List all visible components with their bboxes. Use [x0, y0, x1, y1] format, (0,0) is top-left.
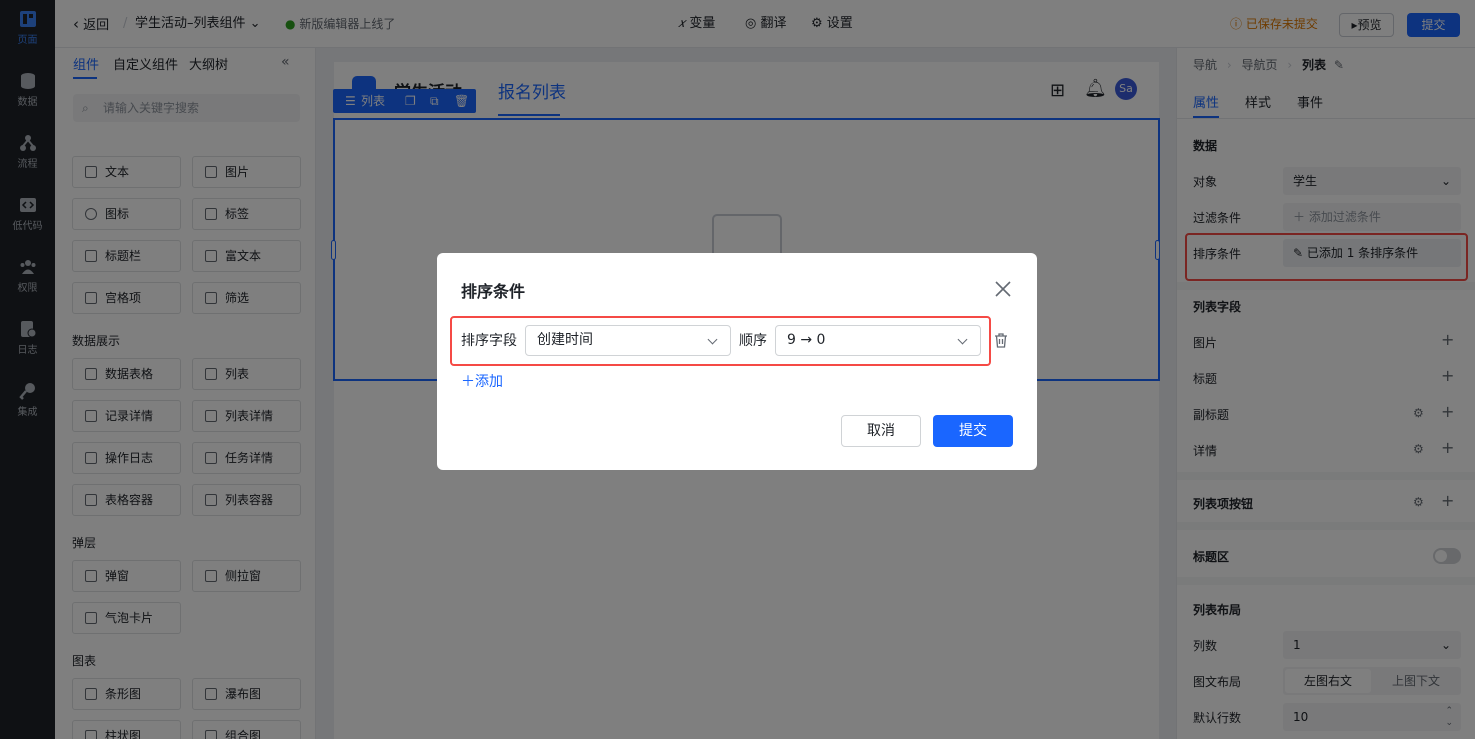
- plus-icon: ＋: [461, 374, 475, 390]
- sort-field-label: 排序字段: [461, 333, 517, 349]
- chevron-down-icon: [957, 334, 968, 345]
- sort-conditions-modal: 排序条件 排序字段 创建时间 顺序 9 → 0 ＋添加 取消 提交: [437, 253, 1037, 470]
- app-root: 页面 数据 流程 低代码 权限 日志 集成 ‹ 返回 / 学生活动–列: [0, 0, 1475, 739]
- modal-title: 排序条件: [461, 282, 526, 301]
- sort-order-label: 顺序: [739, 333, 767, 349]
- chevron-down-icon: [707, 334, 718, 345]
- delete-trash-icon[interactable]: [994, 333, 1008, 348]
- sort-field-select[interactable]: 创建时间: [525, 325, 731, 356]
- submit-button[interactable]: 提交: [933, 415, 1013, 447]
- add-sort-button[interactable]: ＋添加: [461, 371, 503, 391]
- close-icon[interactable]: [994, 280, 1012, 298]
- sort-order-select[interactable]: 9 → 0: [775, 325, 981, 356]
- cancel-button[interactable]: 取消: [841, 415, 921, 447]
